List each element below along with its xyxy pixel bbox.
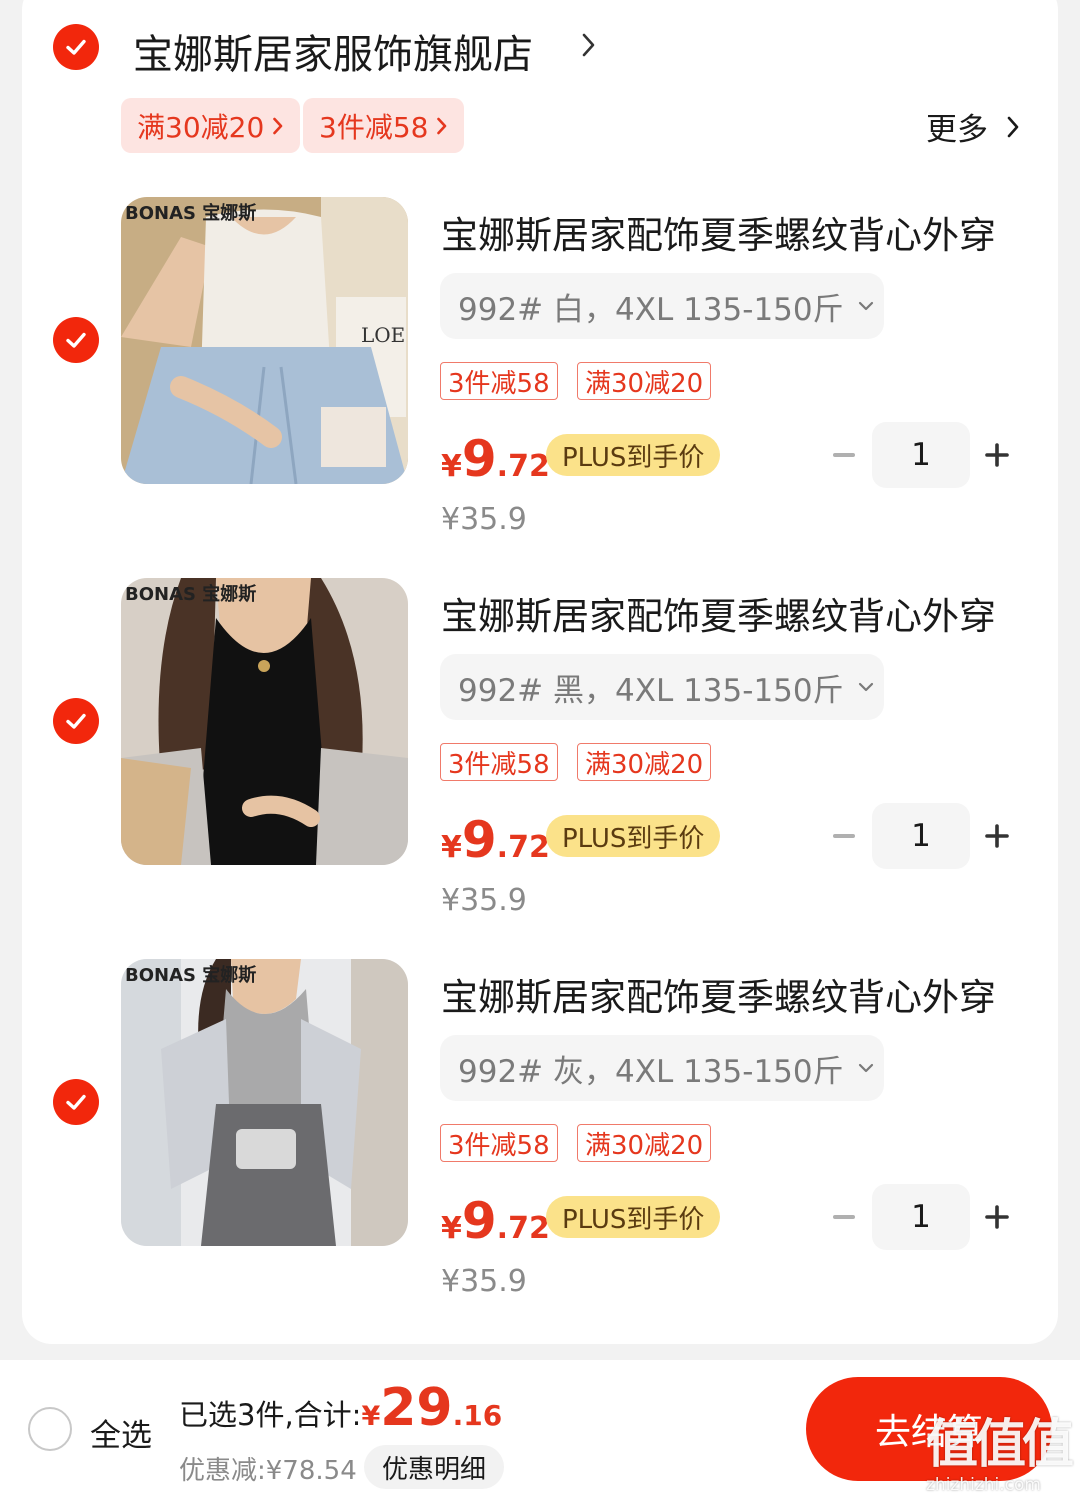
spec-text: 992# 灰，4XL 135-150斤 <box>458 1053 844 1090</box>
store-name[interactable]: 宝娜斯居家服饰旗舰店 <box>133 22 533 80</box>
total-yen: ¥ <box>361 1401 381 1432</box>
promo-tag-multi-buy[interactable]: 3件减58 <box>303 98 465 153</box>
rule-tag: 3件减58 <box>440 1124 558 1162</box>
item-title[interactable]: 宝娜斯居家配饰夏季螺纹背心外穿 <box>441 205 996 259</box>
item-price: ¥ 9 .72 <box>441 811 550 869</box>
product-image[interactable]: BONAS 宝娜斯 <box>121 959 408 1246</box>
item-price: ¥ 9 .72 <box>441 430 550 488</box>
price-int: 9 <box>461 1192 497 1250</box>
spec-text: 992# 白，4XL 135-150斤 <box>458 291 844 328</box>
total-int: 29 <box>380 1378 453 1438</box>
original-price: ¥35.9 <box>441 1264 527 1299</box>
item-title[interactable]: 宝娜斯居家配饰夏季螺纹背心外穿 <box>441 967 996 1021</box>
spec-text: 992# 黑，4XL 135-150斤 <box>458 672 844 709</box>
rule-tag: 满30减20 <box>577 362 712 400</box>
spec-selector[interactable]: 992# 黑，4XL 135-150斤 <box>440 654 884 720</box>
chevron-right-icon <box>437 117 447 134</box>
watermark-glyphs: 值值值 <box>926 1415 1074 1475</box>
promo-tag-label: 3件减58 <box>319 110 429 144</box>
item-title[interactable]: 宝娜斯居家配饰夏季螺纹背心外穿 <box>441 586 996 640</box>
check-icon <box>66 713 86 729</box>
quantity-input[interactable]: 1 <box>872 422 970 488</box>
price-dec: .72 <box>496 449 550 484</box>
total-summary: 已选3件,合计: ¥ 29 .16 <box>179 1378 502 1438</box>
rule-tag: 3件减58 <box>440 362 558 400</box>
price-yen: ¥ <box>441 449 462 484</box>
quantity-input[interactable]: 1 <box>872 1184 970 1250</box>
original-price: ¥35.9 <box>441 502 527 537</box>
product-photo-black-top: BONAS 宝娜斯 <box>121 578 408 865</box>
product-image[interactable]: BONAS 宝娜斯 <box>121 578 408 865</box>
discount-detail-button[interactable]: 优惠明细 <box>364 1445 505 1489</box>
minus-icon <box>833 453 855 457</box>
price-dec: .72 <box>496 1211 550 1246</box>
check-icon <box>66 332 86 348</box>
rule-tag: 满30减20 <box>577 1124 712 1162</box>
price-int: 9 <box>461 430 497 488</box>
price-yen: ¥ <box>441 830 462 865</box>
plus-price-badge: PLUS到手价 <box>546 434 721 476</box>
minus-icon <box>833 1215 855 1219</box>
price-yen: ¥ <box>441 1211 462 1246</box>
rule-tag: 3件减58 <box>440 743 558 781</box>
image-prop-text: LOE <box>361 323 405 347</box>
chevron-right-icon[interactable] <box>580 30 598 60</box>
more-promos-link[interactable]: 更多 <box>926 104 1020 149</box>
spec-selector[interactable]: 992# 白，4XL 135-150斤 <box>440 273 884 339</box>
spec-selector[interactable]: 992# 灰，4XL 135-150斤 <box>440 1035 884 1101</box>
price-dec: .72 <box>496 830 550 865</box>
select-all-label[interactable]: 全选 <box>90 1410 152 1455</box>
plus-icon[interactable] <box>984 1204 1010 1230</box>
quantity-decrease-button[interactable] <box>830 1203 858 1231</box>
quantity-decrease-button[interactable] <box>830 441 858 469</box>
chevron-right-icon <box>273 117 283 134</box>
price-int: 9 <box>461 811 497 869</box>
chevron-down-icon <box>858 682 873 692</box>
watermark-url: zhizhizhi.com <box>926 1475 1041 1495</box>
item-select-checkbox[interactable] <box>53 317 99 363</box>
item-select-checkbox[interactable] <box>53 1079 99 1125</box>
plus-price-badge: PLUS到手价 <box>546 815 721 857</box>
more-label: 更多 <box>926 112 988 148</box>
original-price: ¥35.9 <box>441 883 527 918</box>
chevron-down-icon <box>858 1063 873 1073</box>
item-price: ¥ 9 .72 <box>441 1192 550 1250</box>
site-watermark: 值值值 zhizhizhi.com <box>926 1402 1076 1502</box>
check-icon <box>66 1094 86 1110</box>
plus-icon[interactable] <box>984 823 1010 849</box>
product-photo-grey-top: BONAS 宝娜斯 <box>121 959 408 1246</box>
image-logo: BONAS 宝娜斯 <box>125 583 256 605</box>
quantity-input[interactable]: 1 <box>872 803 970 869</box>
image-logo: BONAS 宝娜斯 <box>125 202 256 224</box>
product-photo-white-top: LOE BONAS 宝娜斯 <box>121 197 408 484</box>
summary-label: 已选3件,合计: <box>179 1398 362 1432</box>
plus-icon[interactable] <box>984 442 1010 468</box>
plus-price-badge: PLUS到手价 <box>546 1196 721 1238</box>
total-dec: .16 <box>452 1399 503 1432</box>
quantity-decrease-button[interactable] <box>830 822 858 850</box>
select-all-checkbox[interactable] <box>28 1407 72 1451</box>
product-image[interactable]: LOE BONAS 宝娜斯 <box>121 197 408 484</box>
store-select-checkbox[interactable] <box>53 24 99 70</box>
image-logo: BONAS 宝娜斯 <box>125 964 256 986</box>
check-icon <box>66 39 86 55</box>
promo-tag-full-reduction[interactable]: 满30减20 <box>121 98 301 153</box>
rule-tag: 满30减20 <box>577 743 712 781</box>
chevron-down-icon <box>858 301 873 311</box>
item-select-checkbox[interactable] <box>53 698 99 744</box>
chevron-right-icon <box>1007 116 1019 137</box>
discount-amount: 优惠减:¥78.54 <box>179 1456 357 1486</box>
minus-icon <box>833 834 855 838</box>
promo-tag-label: 满30减20 <box>137 110 265 144</box>
